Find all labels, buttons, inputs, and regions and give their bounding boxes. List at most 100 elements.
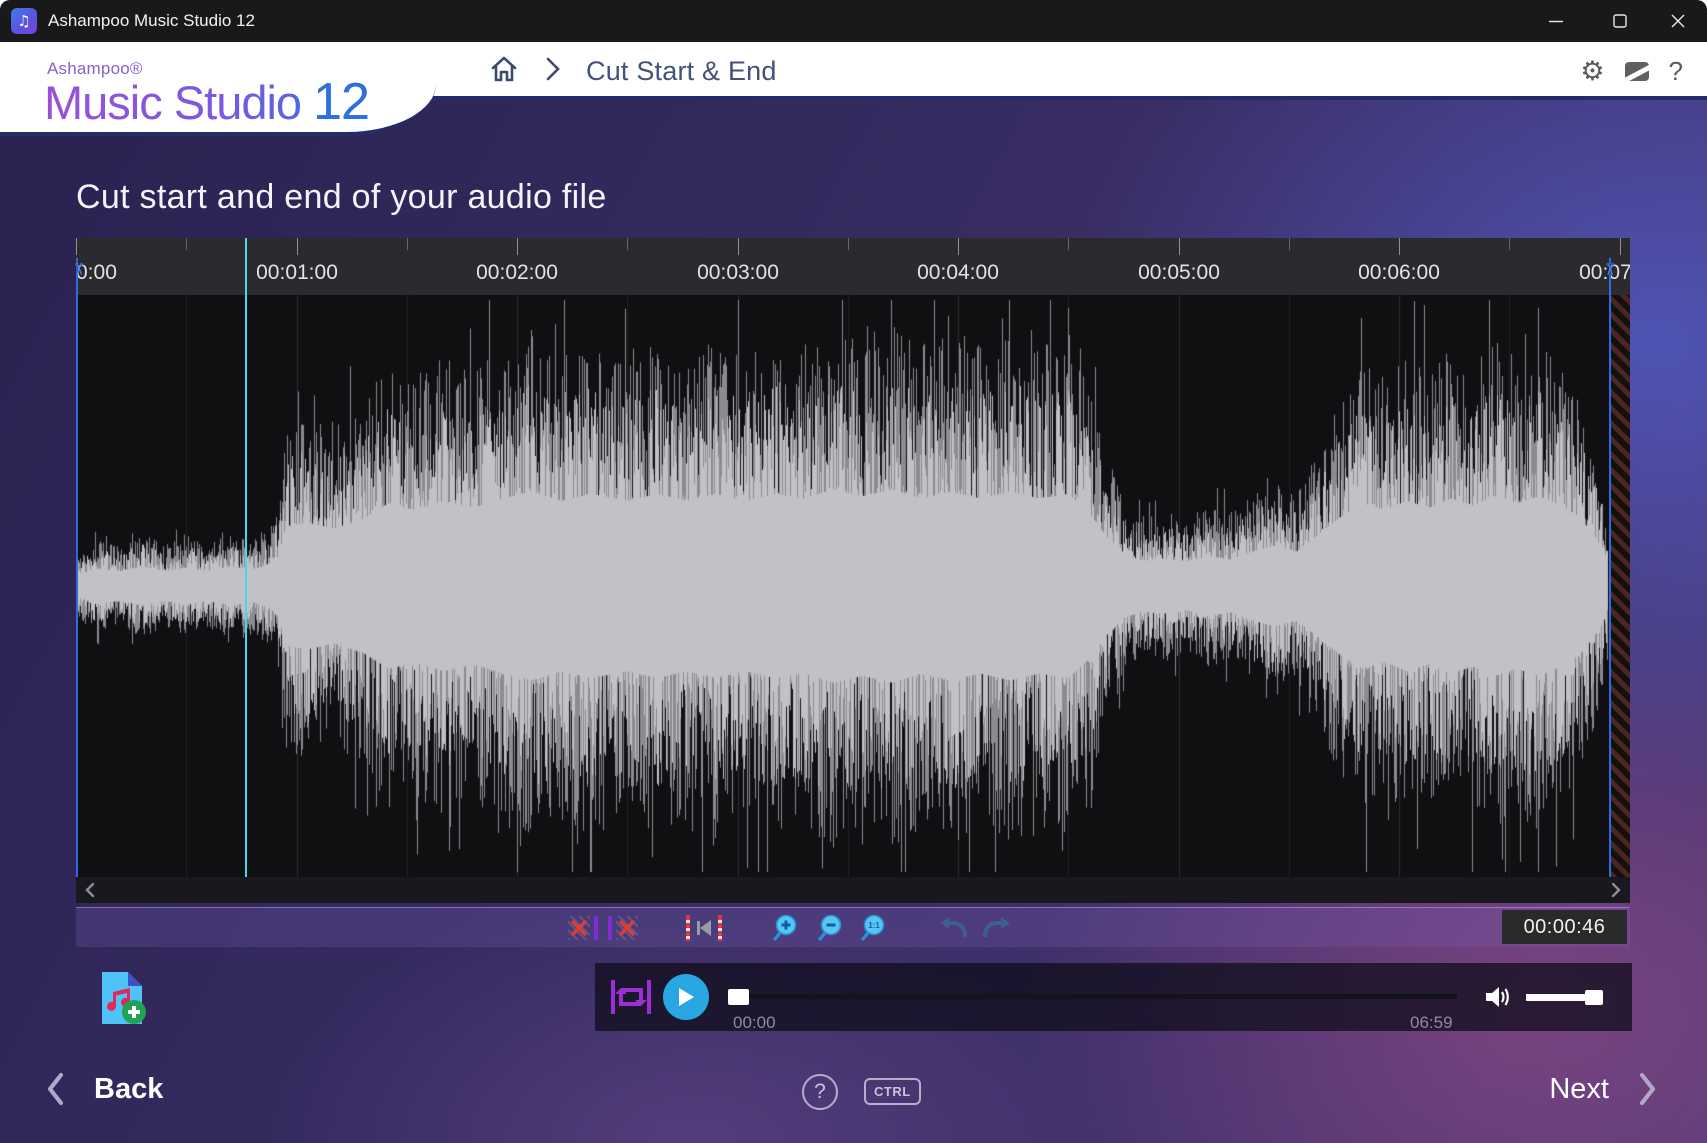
volume-knob[interactable] xyxy=(1585,990,1603,1005)
timeline-tick xyxy=(297,238,298,255)
undo-icon xyxy=(938,915,970,941)
timeline-tick xyxy=(1399,238,1400,255)
timeline-tick xyxy=(1068,238,1069,250)
waveform-scrollbar[interactable] xyxy=(76,877,1630,903)
home-icon xyxy=(488,53,520,85)
selection-left-marker-glyph xyxy=(686,915,690,941)
timeline-label: 00:06:00 xyxy=(1329,261,1469,285)
maximize-button[interactable] xyxy=(1597,0,1643,42)
scroll-right-icon[interactable] xyxy=(1610,882,1622,898)
product-version: 12 xyxy=(313,73,369,131)
timeline-label: 00:05:00 xyxy=(1109,261,1249,285)
seek-slider[interactable] xyxy=(728,994,1457,999)
timeline-tick xyxy=(76,238,77,255)
zoom-one-to-one-icon: 1:1 xyxy=(859,914,887,942)
chevron-right-icon xyxy=(1639,1072,1657,1106)
timeline-tick xyxy=(958,238,959,255)
settings-button[interactable]: ⚙ xyxy=(1580,56,1604,87)
zoom-in-button[interactable] xyxy=(770,908,800,948)
scroll-left-icon[interactable] xyxy=(84,882,96,898)
scissors-end-icon[interactable]: ✂ xyxy=(1599,262,1619,282)
ctrl-shortcut-badge[interactable]: CTRL xyxy=(864,1078,921,1105)
maximize-icon xyxy=(1612,13,1628,29)
timeline-tick xyxy=(407,238,408,250)
timeline-tick xyxy=(1509,238,1510,250)
seek-thumb[interactable] xyxy=(728,989,749,1005)
zoom-out-icon xyxy=(816,914,844,942)
timeline-tick xyxy=(1620,238,1621,255)
header-actions: ⚙ ? xyxy=(1580,42,1683,100)
logo-panel: Ashampoo® Music Studio 12 xyxy=(0,42,436,136)
redo-button[interactable] xyxy=(978,908,1014,948)
next-button[interactable]: Next xyxy=(1549,1072,1657,1106)
svg-text:1:1: 1:1 xyxy=(868,921,880,930)
undo-button[interactable] xyxy=(936,908,972,948)
timeline-label: 00:02:00 xyxy=(447,261,587,285)
footer-help-button[interactable]: ? xyxy=(802,1074,838,1110)
waveform-area[interactable] xyxy=(76,295,1630,877)
trim-after-end-button[interactable] xyxy=(604,908,642,948)
volume-button[interactable] xyxy=(1483,983,1513,1016)
selection-time-display: 00:00:46 xyxy=(1502,910,1627,944)
add-audio-file-icon xyxy=(98,970,148,1028)
selection-right-marker-glyph xyxy=(718,915,722,941)
selection-markers-button[interactable] xyxy=(681,908,727,948)
loop-button[interactable] xyxy=(609,976,653,1023)
timeline-tick xyxy=(848,238,849,250)
end-marker-glyph xyxy=(608,916,612,940)
close-button[interactable] xyxy=(1655,0,1701,42)
trim-before-start-icon xyxy=(568,916,590,940)
page-title: Cut start and end of your audio file xyxy=(76,178,607,217)
timeline-ruler[interactable]: 00:00:0000:01:0000:02:0000:03:0000:04:00… xyxy=(76,238,1630,295)
chevron-left-icon xyxy=(46,1072,64,1106)
minimize-button[interactable] xyxy=(1533,0,1579,42)
breadcrumb-page-title: Cut Start & End xyxy=(586,56,777,87)
back-label: Back xyxy=(94,1073,163,1106)
loop-icon xyxy=(609,976,653,1018)
playhead-line[interactable] xyxy=(245,238,247,877)
timeline-label: 00:01:00 xyxy=(227,261,367,285)
close-icon xyxy=(1670,13,1686,29)
zoom-out-button[interactable] xyxy=(815,908,845,948)
home-button[interactable] xyxy=(488,53,520,90)
app-logo-icon: ♫ xyxy=(11,8,37,34)
current-time-label: 00:00 xyxy=(733,1013,776,1033)
selection-start-marker[interactable] xyxy=(76,258,78,877)
zoom-in-icon xyxy=(771,914,799,942)
start-marker-glyph xyxy=(594,916,598,940)
skip-to-start-icon xyxy=(695,918,713,938)
timeline-tick xyxy=(1179,238,1180,255)
play-icon xyxy=(677,987,695,1007)
timeline-label: 00:03:00 xyxy=(668,261,808,285)
edit-toolbar: 1:1 00:00:46 xyxy=(76,907,1630,947)
timeline-tick xyxy=(738,238,739,255)
help-button[interactable]: ? xyxy=(1669,56,1683,87)
trim-after-end-icon xyxy=(616,916,638,940)
product-logo: Music Studio 12 xyxy=(44,72,369,132)
app-window: ♫ Ashampoo Music Studio 12 Ashampoo® Mus… xyxy=(0,0,1707,1143)
timeline-tick xyxy=(1289,238,1290,250)
waveform-canvas[interactable] xyxy=(76,295,1630,877)
editor-panel: 00:00:0000:01:0000:02:0000:03:0000:04:00… xyxy=(76,238,1630,947)
next-label: Next xyxy=(1549,1073,1609,1106)
player-bar: 00:00 06:59 xyxy=(595,963,1632,1031)
feedback-button[interactable] xyxy=(1625,62,1649,81)
trim-before-start-button[interactable] xyxy=(564,908,602,948)
window-title: Ashampoo Music Studio 12 xyxy=(48,0,255,42)
breadcrumb: Cut Start & End xyxy=(488,42,777,100)
timeline-tick xyxy=(186,238,187,250)
minimize-icon xyxy=(1548,13,1564,29)
timeline-tick xyxy=(517,238,518,255)
timeline-tick xyxy=(627,238,628,250)
breadcrumb-chevron-icon xyxy=(544,55,562,88)
timeline-label: 00:04:00 xyxy=(888,261,1028,285)
trimmed-end-region xyxy=(1610,295,1630,877)
add-audio-file-button[interactable] xyxy=(98,970,148,1028)
selection-end-marker[interactable] xyxy=(1609,258,1611,877)
play-button[interactable] xyxy=(663,974,709,1020)
back-button[interactable]: Back xyxy=(46,1072,163,1106)
zoom-one-to-one-button[interactable]: 1:1 xyxy=(857,908,889,948)
scissors-start-icon[interactable]: ✂ xyxy=(68,262,88,282)
titlebar: ♫ Ashampoo Music Studio 12 xyxy=(0,0,1707,42)
product-name: Music Studio xyxy=(44,76,313,129)
